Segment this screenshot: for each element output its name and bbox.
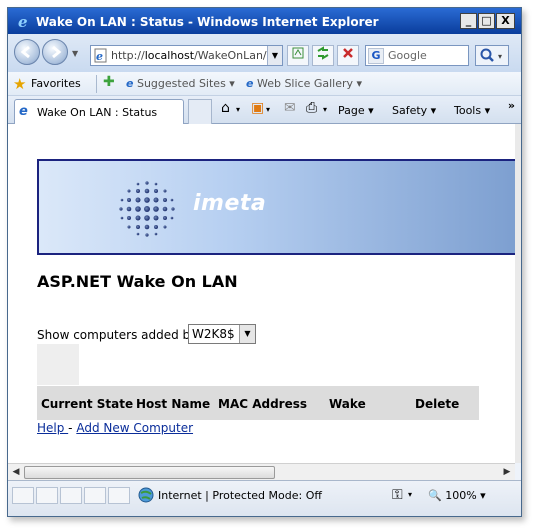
status-cell bbox=[60, 487, 82, 504]
zoom-level[interactable]: 🔍 100% ▾ bbox=[428, 489, 486, 502]
navigation-bar: ▼ e http://localhost/WakeOnLan/ ▼ G Goog… bbox=[8, 34, 521, 72]
feeds-icon[interactable]: ▣ bbox=[251, 100, 264, 116]
internet-zone-globe-icon bbox=[138, 487, 154, 503]
ie-icon: e bbox=[246, 77, 254, 90]
minimize-button[interactable]: _ bbox=[460, 13, 477, 29]
new-tab-button[interactable] bbox=[188, 99, 212, 124]
divider bbox=[96, 75, 97, 93]
favorites-button[interactable]: Favorites bbox=[31, 77, 81, 90]
svg-text:▾: ▾ bbox=[498, 52, 502, 61]
search-button[interactable]: ▾ bbox=[475, 45, 509, 66]
safety-menu[interactable]: Safety ▾ bbox=[392, 104, 436, 117]
tab-label: Wake On LAN : Status bbox=[37, 106, 158, 119]
internet-explorer-icon: e bbox=[18, 14, 28, 30]
selected-user: W2K8$ bbox=[192, 327, 235, 341]
home-icon[interactable]: ⌂ bbox=[221, 100, 230, 116]
column-mac-address: MAC Address bbox=[218, 397, 308, 411]
home-dropdown-icon[interactable]: ▾ bbox=[236, 105, 240, 114]
security-zone-status[interactable]: Internet | Protected Mode: Off bbox=[158, 489, 322, 502]
vertical-scrollbar[interactable] bbox=[515, 124, 521, 463]
page-title: ASP.NET Wake On LAN bbox=[37, 272, 238, 291]
favorites-star-icon[interactable]: ★ bbox=[13, 75, 26, 93]
brand-logo-text: imeta bbox=[193, 191, 267, 216]
column-delete: Delete bbox=[415, 397, 460, 411]
status-cell bbox=[12, 487, 34, 504]
added-by-select[interactable]: W2K8$ ▼ bbox=[188, 324, 256, 344]
address-bar[interactable]: e http://localhost/WakeOnLan/ ▼ bbox=[90, 45, 283, 66]
horizontal-scrollbar[interactable]: ◀ ▶ bbox=[8, 463, 515, 480]
back-arrow-icon bbox=[20, 45, 30, 59]
tab-bar: e Wake On LAN : Status ⌂ ▾ ▣ ▾ ✉ ⎙ ▾ Pag… bbox=[8, 96, 521, 124]
placeholder-panel bbox=[37, 344, 79, 385]
computers-table-header: Current State Host Name MAC Address Wake… bbox=[37, 386, 479, 420]
tools-menu[interactable]: Tools ▾ bbox=[454, 104, 490, 117]
scroll-right-icon[interactable]: ▶ bbox=[500, 466, 514, 479]
status-bar: Internet | Protected Mode: Off ⚿ ▾ 🔍 100… bbox=[8, 480, 521, 516]
column-current-state: Current State bbox=[41, 397, 134, 411]
google-icon: G bbox=[368, 48, 384, 64]
page-icon: e bbox=[94, 48, 108, 66]
svg-text:e: e bbox=[18, 14, 28, 30]
search-placeholder: Google bbox=[388, 49, 427, 62]
refresh-button[interactable] bbox=[312, 45, 334, 66]
browser-window: e Wake On LAN : Status - Windows Interne… bbox=[7, 7, 522, 517]
favorite-web-slice-gallery[interactable]: e Web Slice Gallery ▾ bbox=[246, 77, 362, 90]
protected-mode-dropdown-icon[interactable]: ▾ bbox=[408, 490, 412, 499]
chevron-down-icon[interactable]: ▼ bbox=[239, 325, 255, 343]
status-cell bbox=[84, 487, 106, 504]
stop-button[interactable] bbox=[337, 45, 359, 66]
maximize-button[interactable]: □ bbox=[478, 13, 495, 29]
more-commands-icon[interactable]: » bbox=[508, 99, 515, 112]
forward-button[interactable] bbox=[42, 39, 68, 65]
stop-icon bbox=[343, 48, 353, 58]
feeds-dropdown-icon[interactable]: ▾ bbox=[266, 105, 270, 114]
scroll-left-icon[interactable]: ◀ bbox=[9, 466, 23, 479]
imeta-banner: imeta bbox=[37, 159, 515, 255]
refresh-icon bbox=[317, 46, 329, 60]
tab-wake-on-lan-status[interactable]: e Wake On LAN : Status bbox=[14, 99, 184, 124]
close-button[interactable]: X bbox=[496, 13, 515, 29]
search-icon: ▾ bbox=[480, 48, 502, 62]
status-cell bbox=[36, 487, 58, 504]
title-bar[interactable]: e Wake On LAN : Status - Windows Interne… bbox=[8, 8, 521, 34]
window-title: Wake On LAN : Status - Windows Internet … bbox=[36, 15, 379, 29]
protected-mode-icon[interactable]: ⚿ bbox=[392, 487, 403, 503]
read-mail-icon[interactable]: ✉ bbox=[284, 100, 296, 116]
forward-arrow-icon bbox=[52, 45, 62, 59]
globe-logo-icon bbox=[119, 181, 175, 237]
favorite-suggested-sites[interactable]: e Suggested Sites ▾ bbox=[126, 77, 235, 90]
compatibility-view-button[interactable] bbox=[287, 45, 309, 66]
favorites-bar: ★ Favorites ✚ e Suggested Sites ▾ e Web … bbox=[8, 72, 521, 96]
print-icon[interactable]: ⎙ bbox=[306, 100, 317, 116]
recent-pages-dropdown-icon[interactable]: ▼ bbox=[72, 49, 78, 58]
add-to-favorites-icon[interactable]: ✚ bbox=[103, 74, 115, 90]
column-host-name: Host Name bbox=[136, 397, 211, 411]
compatibility-icon bbox=[292, 47, 304, 59]
help-link[interactable]: Help bbox=[37, 421, 68, 435]
print-dropdown-icon[interactable]: ▾ bbox=[323, 105, 327, 114]
svg-text:e: e bbox=[96, 50, 103, 63]
url-text: http://localhost/WakeOnLan/ bbox=[111, 49, 267, 62]
ie-icon: e bbox=[19, 104, 28, 119]
page-menu[interactable]: Page ▾ bbox=[338, 104, 374, 117]
ie-icon: e bbox=[126, 77, 134, 90]
search-input[interactable]: G Google bbox=[365, 45, 469, 66]
status-cell bbox=[108, 487, 130, 504]
footer-links: Help - Add New Computer bbox=[37, 421, 193, 435]
show-computers-label: Show computers added by: bbox=[37, 328, 201, 342]
add-new-computer-link[interactable]: Add New Computer bbox=[76, 421, 193, 435]
back-button[interactable] bbox=[14, 39, 40, 65]
scrollbar-thumb[interactable] bbox=[24, 466, 275, 479]
column-wake: Wake bbox=[329, 397, 366, 411]
page-content: imeta ASP.NET Wake On LAN Show computers… bbox=[8, 124, 515, 463]
address-dropdown-icon[interactable]: ▼ bbox=[267, 46, 282, 65]
